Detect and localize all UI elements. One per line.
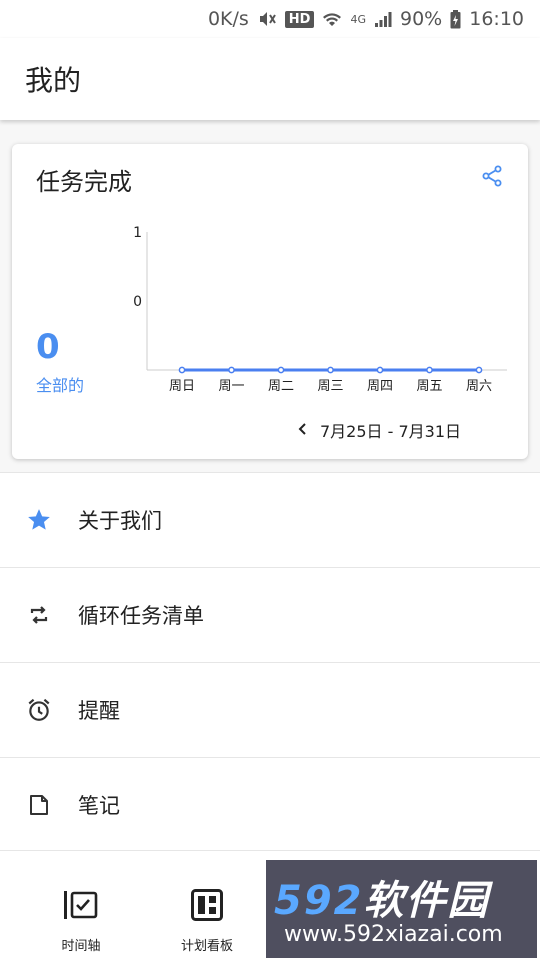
- completion-chart: 1 0 周日 周一 周二 周三 周四 周五 周六: [133, 225, 507, 394]
- nav-plan-board[interactable]: 计划看板: [147, 851, 267, 960]
- clock: 16:10: [469, 8, 524, 30]
- data-point: [277, 366, 285, 374]
- menu-list: 关于我们 循环任务清单 提醒 笔记: [0, 472, 540, 852]
- x-tick-label: 周六: [466, 379, 492, 394]
- nav-timeline[interactable]: 时间轴: [21, 851, 141, 960]
- data-point: [376, 366, 384, 374]
- board-icon: [191, 889, 223, 925]
- menu-item-reminders[interactable]: 提醒: [0, 662, 540, 757]
- data-point: [327, 366, 334, 374]
- menu-item-about-us[interactable]: 关于我们: [0, 472, 540, 567]
- x-tick-label: 周日: [169, 379, 195, 394]
- card-title: 任务完成: [36, 168, 132, 196]
- battery-level: 90%: [400, 8, 443, 30]
- timeline-icon: [63, 889, 99, 925]
- data-point: [475, 366, 483, 374]
- watermark-logo: 592软件园: [274, 878, 490, 924]
- x-tick-label: 周四: [367, 379, 393, 394]
- page-title: 我的: [25, 64, 82, 97]
- repeat-icon: [26, 602, 52, 628]
- alarm-icon: [26, 697, 52, 723]
- note-icon: [26, 792, 52, 818]
- mute-icon: [257, 9, 277, 29]
- x-tick-label: 周一: [218, 379, 244, 394]
- y-tick-label: 1: [133, 225, 142, 241]
- date-range: 7月25日 - 7月31日: [320, 422, 462, 441]
- app-bar: 我的: [0, 38, 540, 120]
- hd-badge: HD: [284, 10, 315, 28]
- watermark-url: www.592xiazai.com: [284, 922, 503, 947]
- data-point: [228, 366, 235, 374]
- status-bar: 0K/s HD 4G 90% 16:10: [0, 0, 540, 38]
- watermark: 592软件园 www.592xiazai.com: [266, 860, 537, 958]
- menu-item-label: 循环任务清单: [78, 604, 204, 628]
- nav-label: 计划看板: [180, 939, 233, 954]
- nav-label: 时间轴: [61, 939, 101, 954]
- x-tick-label: 周三: [317, 379, 343, 394]
- week-navigator: 7月25日 - 7月31日: [296, 418, 461, 442]
- data-point: [178, 366, 186, 374]
- data-point: [426, 366, 433, 374]
- star-icon: [26, 507, 52, 533]
- task-completion-card: 任务完成 0 全部的 1 0 周日 周一 周二 周三 周四 周五 周六 7月25日 - 7月3…: [12, 144, 528, 459]
- chevron-left-icon[interactable]: [296, 421, 310, 440]
- total-completed-label: 全部的: [36, 376, 85, 395]
- menu-item-label: 笔记: [78, 794, 120, 818]
- network-type: 4G: [350, 12, 366, 26]
- share-icon[interactable]: [480, 164, 504, 188]
- x-tick-label: 周二: [268, 379, 294, 394]
- menu-item-notes[interactable]: 笔记: [0, 757, 540, 852]
- battery-icon: [450, 9, 461, 29]
- network-speed: 0K/s: [207, 8, 249, 30]
- y-tick-label: 0: [133, 294, 142, 310]
- menu-item-label: 提醒: [78, 699, 120, 723]
- x-tick-label: 周五: [416, 379, 442, 394]
- menu-item-recurring-tasks[interactable]: 循环任务清单: [0, 567, 540, 662]
- signal-icon: [374, 10, 392, 28]
- menu-item-label: 关于我们: [78, 509, 162, 533]
- wifi-icon: [322, 10, 342, 28]
- total-completed-count: 0: [36, 327, 60, 367]
